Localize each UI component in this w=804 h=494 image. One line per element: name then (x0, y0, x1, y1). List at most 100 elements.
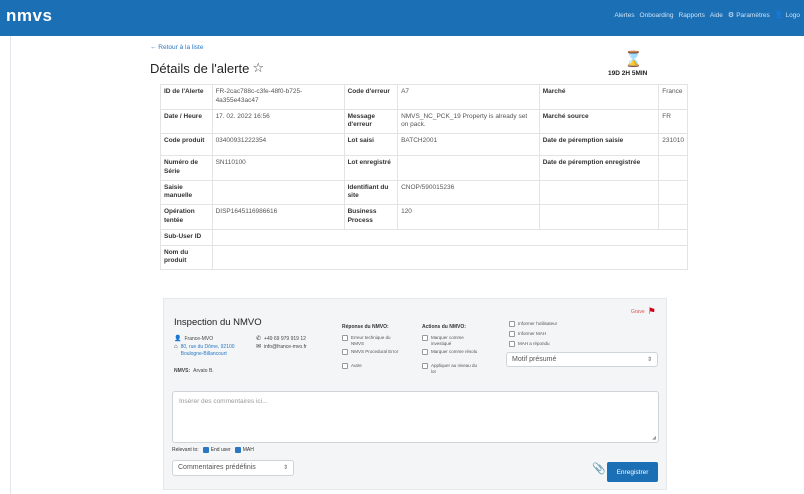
back-to-list-link[interactable]: ← Retour à la liste (150, 44, 203, 51)
checkbox[interactable] (509, 331, 515, 337)
nav-logout[interactable]: 👤 Logo (774, 11, 800, 20)
checkbox[interactable] (342, 349, 348, 355)
relevant-end-user-label: End user (210, 447, 231, 453)
value-attempted-operation: DISP1645116986616 (211, 204, 345, 230)
value-error-code: A7 (397, 84, 540, 110)
checkbox[interactable] (509, 321, 515, 327)
predefined-comments-select[interactable]: Commentaires prédéfinis ⇕ (172, 460, 294, 476)
table-row: Nom du produit (160, 244, 689, 271)
value-business-process: 120 (397, 204, 540, 230)
resize-handle-icon[interactable]: ◢ (652, 435, 656, 441)
flag-icon: ⚑ (647, 306, 656, 316)
value-entered-batch: BATCH2001 (397, 133, 540, 157)
notify-option-label: Informer l'utilisateur (518, 321, 558, 326)
table-row: Date / Heure 17. 02. 2022 16:56 Message … (160, 108, 688, 135)
empty-cell (658, 179, 688, 206)
value-product-name (211, 244, 689, 271)
notify-option[interactable]: Informer MAH (509, 331, 546, 337)
checkbox-checked[interactable] (234, 447, 241, 453)
relevant-mah[interactable]: MAH (234, 447, 254, 453)
value-site-id: CNOP/590015236 (397, 179, 540, 206)
label-attempted-operation: Opération tentée (160, 204, 213, 230)
star-icon[interactable]: ☆ (252, 60, 264, 76)
label-market: Marché (538, 84, 660, 110)
inspection-title: Inspection du NMVO (174, 317, 262, 328)
value-registered-expiry (658, 155, 688, 181)
relevant-mah-label: MAH (242, 447, 254, 453)
checkbox[interactable] (422, 349, 428, 355)
contact-org-name: France-MVO (184, 336, 214, 342)
nav-onboarding[interactable]: Onboarding (640, 11, 674, 19)
notify-option[interactable]: MAH a répondu (509, 341, 550, 347)
inspection-card: Grave ⚑ Inspection du NMVO 👤 France-MVO … (163, 298, 667, 490)
empty-cell (658, 204, 688, 230)
chevron-updown-icon: ⇕ (646, 357, 652, 363)
comment-textarea[interactable]: Insérer des commentaires ici... ◢ (172, 391, 659, 443)
label-source-market: Marché source (538, 108, 660, 135)
label-entered-batch: Lot saisi (343, 133, 399, 157)
map-pin-icon: ⌂ (174, 344, 178, 350)
table-row: Saisie manuelle Identifiant du site CNOP… (160, 179, 688, 206)
contact-phone: ✆ +49 69 979 919 12 (256, 336, 306, 344)
value-source-market: FR (658, 108, 688, 135)
envelope-icon: ✉ (256, 344, 262, 350)
value-date-time: 17. 02. 2022 16:56 (211, 108, 345, 135)
action-option-label: Appliquer au niveau du lot (431, 363, 478, 374)
label-sub-user-id: Sub-User ID (160, 228, 213, 246)
checkbox[interactable] (509, 341, 515, 347)
actions-heading: Actions du NMVO: (422, 324, 466, 330)
user-icon: 👤 (774, 12, 784, 19)
value-product-code: 03400931222354 (211, 133, 345, 157)
checkbox[interactable] (342, 363, 348, 369)
nmvs-user-label: NMVS: (174, 368, 191, 374)
value-entered-expiry: 231010 (658, 133, 688, 157)
response-option[interactable]: Erreur technique du NMVS (342, 335, 402, 347)
response-option[interactable]: Autre (342, 363, 402, 369)
nav-aide[interactable]: Aide (710, 11, 723, 19)
paperclip-icon[interactable]: 📎 (592, 462, 606, 475)
comment-placeholder: Insérer des commentaires ici... (179, 398, 268, 405)
label-registered-batch: Lot enregistré (343, 155, 399, 181)
contact-phone-text: +49 69 979 919 12 (264, 336, 306, 342)
brand-logo[interactable]: nmvs (6, 6, 52, 26)
save-button[interactable]: Enregistrer (607, 462, 658, 482)
label-site-id: Identifiant du site (343, 179, 399, 206)
action-option[interactable]: Marquer comme investiqué (422, 335, 480, 347)
nmvs-user-value: Arvato B. (193, 368, 214, 374)
nav-parametres[interactable]: ⚙ Paramètres (728, 11, 770, 20)
action-option[interactable]: Appliquer au niveau du lot (422, 363, 480, 375)
nav-rapports[interactable]: Rapports (679, 11, 705, 19)
alert-details-table: ID de l'Alerte FR-2cac788c-c3fe-48f0-b72… (160, 84, 689, 271)
value-alert-id: FR-2cac788c-c3fe-48f0-b725-4a355e43ac47 (211, 84, 345, 110)
phone-icon: ✆ (256, 336, 262, 342)
motif-select[interactable]: Motif présumé ⇕ (506, 352, 658, 367)
countdown-timer: 19D 2H 5MIN (608, 70, 648, 77)
top-navbar: nmvs Alertes Onboarding Rapports Aide ⚙ P… (0, 0, 804, 36)
action-option[interactable]: Marquer comme résolu (422, 349, 480, 355)
severity-label: Grave (631, 308, 645, 315)
checkbox[interactable] (342, 335, 348, 341)
value-error-message: NMVS_NC_PCK_19 Property is already set o… (397, 108, 540, 135)
checkbox[interactable] (422, 363, 428, 369)
checkbox-checked[interactable] (202, 447, 209, 453)
table-row: ID de l'Alerte FR-2cac788c-c3fe-48f0-b72… (160, 84, 688, 110)
contact-email[interactable]: ✉ info@france-mvo.fr (256, 344, 307, 352)
nav-parametres-label: Paramètres (736, 11, 770, 19)
response-option[interactable]: NMVS Procedural Error (342, 349, 402, 355)
contact-address-text: 80, rue du Dôme, 92100 Boulogne-Billanco… (180, 344, 235, 357)
label-product-code: Code produit (160, 133, 213, 157)
motif-select-value: Motif présumé (512, 356, 557, 363)
table-row: Opération tentée DISP1645116986616 Busin… (160, 204, 688, 230)
empty-cell (538, 179, 660, 206)
label-date-time: Date / Heure (160, 108, 213, 135)
relevant-end-user[interactable]: End user (202, 447, 231, 453)
notify-option[interactable]: Informer l'utilisateur (509, 321, 557, 327)
nav-alertes[interactable]: Alertes (614, 11, 634, 19)
nav-links: Alertes Onboarding Rapports Aide ⚙ Paramè… (614, 11, 800, 20)
contact-nmvs-user: NMVS: Arvato B. (174, 368, 214, 375)
value-market: France (658, 84, 688, 110)
value-registered-batch (397, 155, 540, 181)
label-error-code: Code d'erreur (343, 84, 399, 110)
contact-address[interactable]: ⌂ 80, rue du Dôme, 92100 Boulogne-Billan… (174, 344, 246, 357)
checkbox[interactable] (422, 335, 428, 341)
